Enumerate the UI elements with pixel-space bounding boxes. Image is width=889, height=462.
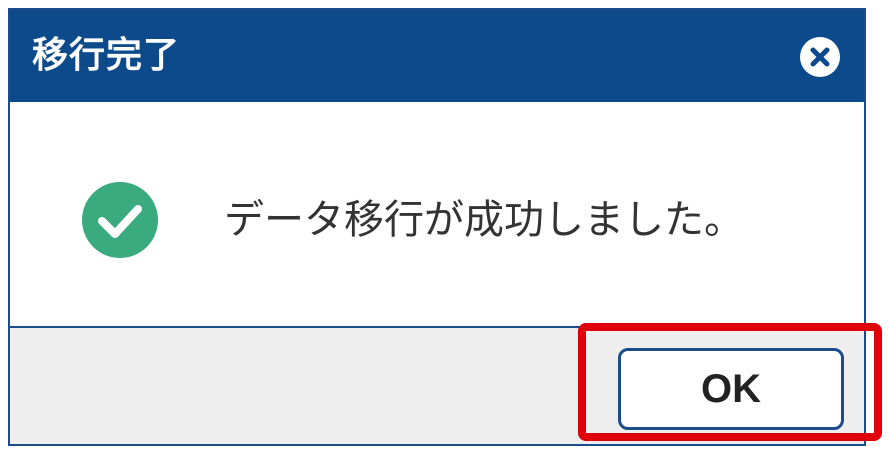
check-circle-icon xyxy=(82,182,158,258)
dialog-body: データ移行が成功しました。 xyxy=(10,102,864,326)
migration-complete-dialog: 移行完了 データ移行が成功しました。 OK xyxy=(8,8,866,446)
close-button[interactable] xyxy=(800,37,840,77)
ok-button[interactable]: OK xyxy=(618,348,844,430)
dialog-footer: OK xyxy=(10,326,864,444)
dialog-titlebar: 移行完了 xyxy=(10,10,864,102)
success-message: データ移行が成功しました。 xyxy=(224,197,744,243)
close-icon xyxy=(810,47,830,67)
dialog-title: 移行完了 xyxy=(32,35,181,76)
